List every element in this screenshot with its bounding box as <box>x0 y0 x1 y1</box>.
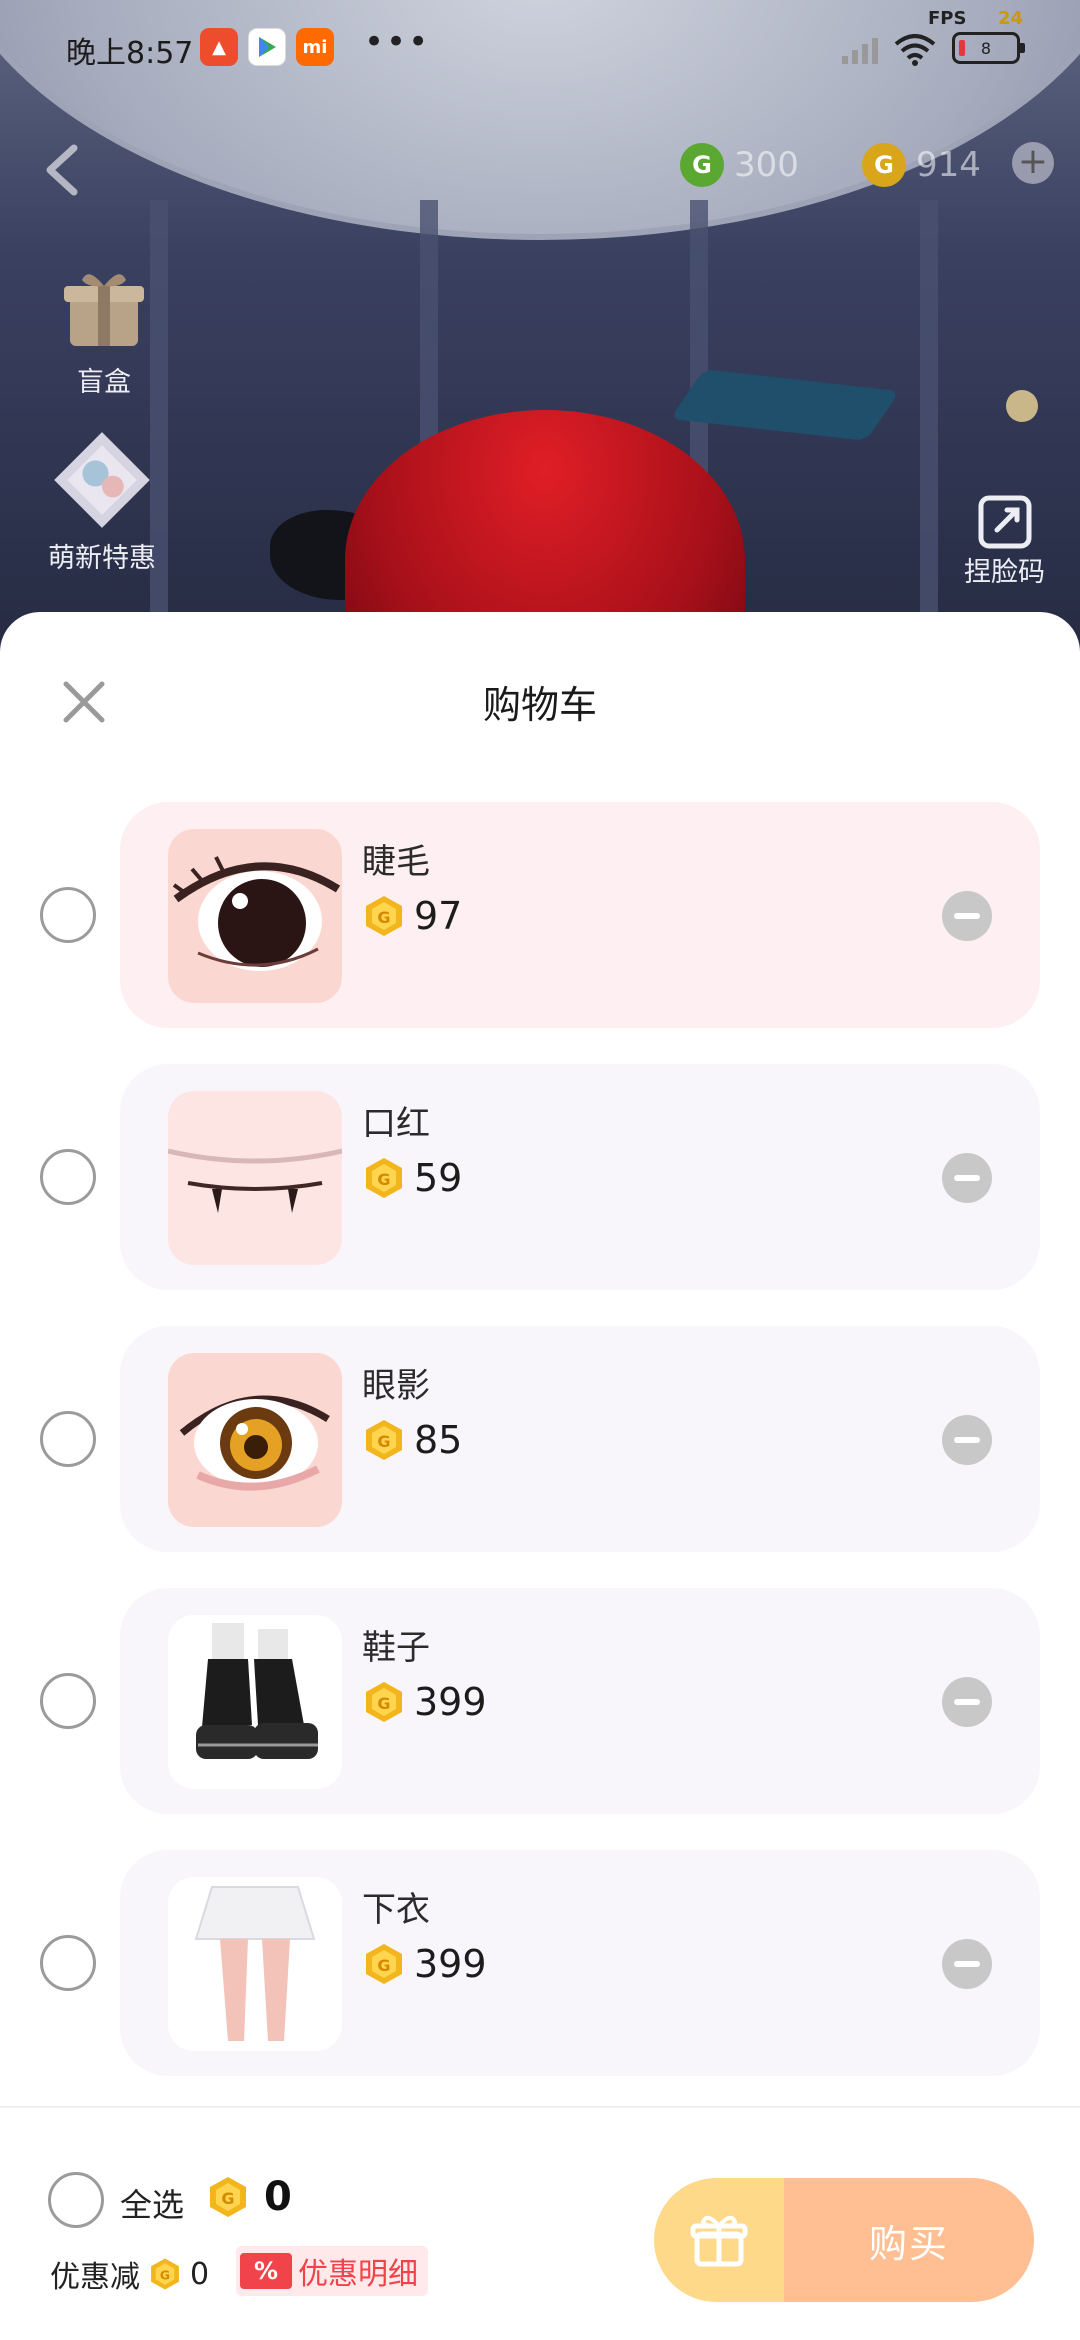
cart-sheet: 购物车 睫毛 G 97 口红 G 59 眼影 G 85 鞋子 G 399 下衣 … <box>0 612 1080 2340</box>
blind-box-button[interactable]: 盲盒 <box>58 262 150 399</box>
item-name: 下衣 <box>362 1890 430 1930</box>
item-price: G 59 <box>362 1152 462 1204</box>
cart-item: 鞋子 G 399 <box>0 1588 1080 1814</box>
green-currency-amount: 300 <box>734 145 799 185</box>
svg-text:G: G <box>377 1956 390 1975</box>
gold-coin-icon: G <box>366 896 402 936</box>
battery-level: 8 <box>980 38 992 58</box>
gift-icon <box>690 2215 748 2267</box>
remove-item-button[interactable] <box>942 891 992 941</box>
green-coin-icon: G <box>680 143 724 187</box>
discount-value: 0 <box>190 2256 210 2292</box>
gold-coin-icon: G <box>366 1420 402 1460</box>
select-all-label[interactable]: 全选 <box>120 2180 184 2226</box>
face-code-button[interactable]: 捏脸码 <box>964 494 1045 589</box>
gold-coin-icon: G <box>151 2258 179 2290</box>
play-store-icon <box>248 28 286 66</box>
item-select-radio[interactable] <box>40 1673 96 1729</box>
add-currency-button[interactable]: + <box>1012 142 1054 184</box>
total-price-value: 0 <box>264 2174 292 2220</box>
fps-label: FPS <box>928 8 967 29</box>
eyeshadow-thumbnail <box>168 1353 342 1527</box>
svg-text:G: G <box>377 1694 390 1713</box>
remove-item-button[interactable] <box>942 1153 992 1203</box>
footer-divider <box>0 2106 1080 2108</box>
percent-badge-icon: % <box>240 2253 292 2289</box>
svg-text:G: G <box>377 1432 390 1451</box>
gift-button[interactable] <box>654 2178 784 2302</box>
newbie-deal-button[interactable]: 萌新特惠 <box>44 430 160 575</box>
face-code-icon <box>978 495 1031 549</box>
item-name: 鞋子 <box>362 1628 430 1668</box>
wifi-icon <box>894 34 936 66</box>
status-bar: 晚上8:57 ▲ mi ••• FPS 24 8 <box>0 0 1080 96</box>
scroll-indicator[interactable] <box>1006 390 1038 422</box>
face-code-label: 捏脸码 <box>964 557 1045 588</box>
gold-currency: G 914 <box>862 140 981 190</box>
cart-title: 购物车 <box>482 683 597 727</box>
newbie-deal-label: 萌新特惠 <box>48 543 156 574</box>
remove-item-button[interactable] <box>942 1939 992 1989</box>
back-arrow-icon[interactable] <box>40 140 84 200</box>
gold-coin-icon: G <box>366 1682 402 1722</box>
item-price: G 399 <box>362 1938 487 1990</box>
blind-box-label: 盲盒 <box>77 367 131 398</box>
discount-detail-button[interactable]: % 优惠明细 <box>236 2246 428 2296</box>
gold-coin-icon: G <box>366 1944 402 1984</box>
newbie-deal-icon <box>54 432 150 528</box>
remove-item-button[interactable] <box>942 1415 992 1465</box>
mi-app-icon: mi <box>296 28 334 66</box>
character-hair <box>345 410 745 640</box>
item-price-value: 59 <box>414 1156 463 1200</box>
discount-detail-label: 优惠明细 <box>298 2257 418 2292</box>
gold-coin-icon: G <box>366 1158 402 1198</box>
cart-item: 睫毛 G 97 <box>0 802 1080 1028</box>
gold-coin-icon: G <box>210 2177 246 2217</box>
gold-coin-icon: G <box>862 143 906 187</box>
green-currency: G 300 <box>680 140 799 190</box>
bottoms-thumbnail <box>168 1877 342 2051</box>
lipstick-thumbnail <box>168 1091 342 1265</box>
item-select-radio[interactable] <box>40 1149 96 1205</box>
fps-value: 24 <box>998 8 1024 29</box>
item-price-value: 399 <box>414 1680 487 1724</box>
cart-item: 眼影 G 85 <box>0 1326 1080 1552</box>
status-time: 晚上8:57 <box>66 36 194 71</box>
item-name: 口红 <box>362 1104 430 1144</box>
game-scene-background <box>0 0 1080 640</box>
svg-text:G: G <box>377 1170 390 1189</box>
shopee-app-icon: ▲ <box>200 28 238 66</box>
purchase-button-group: 购买 <box>654 2178 1034 2302</box>
discount-label: 优惠减 <box>50 2260 140 2295</box>
cart-item: 下衣 G 399 <box>0 1850 1080 2076</box>
battery-icon: 8 <box>952 32 1025 64</box>
gold-currency-amount: 914 <box>916 145 981 185</box>
item-name: 睫毛 <box>362 842 430 882</box>
item-price-value: 399 <box>414 1942 487 1986</box>
pillar <box>920 200 938 640</box>
item-price: G 399 <box>362 1676 487 1728</box>
svg-text:G: G <box>160 2268 170 2282</box>
shoes-thumbnail <box>168 1615 342 1789</box>
cart-item: 口红 G 59 <box>0 1064 1080 1290</box>
total-price: G 0 <box>206 2174 292 2220</box>
item-select-radio[interactable] <box>40 887 96 943</box>
item-select-radio[interactable] <box>40 1411 96 1467</box>
buy-button[interactable]: 购买 <box>784 2178 1034 2302</box>
item-price: G 97 <box>362 890 462 942</box>
remove-item-button[interactable] <box>942 1677 992 1727</box>
item-name: 眼影 <box>362 1366 430 1406</box>
more-notifications-icon: ••• <box>364 22 431 62</box>
svg-text:G: G <box>377 908 390 927</box>
signal-icon <box>842 38 878 64</box>
item-price-value: 85 <box>414 1418 463 1462</box>
item-select-radio[interactable] <box>40 1935 96 1991</box>
discount-summary: 优惠减 G 0 <box>50 2252 209 2296</box>
svg-text:G: G <box>221 2189 234 2208</box>
item-price: G 85 <box>362 1414 462 1466</box>
select-all-radio[interactable] <box>48 2172 104 2228</box>
item-price-value: 97 <box>414 894 463 938</box>
eyelash-thumbnail <box>168 829 342 1003</box>
gift-box-icon <box>64 274 144 346</box>
